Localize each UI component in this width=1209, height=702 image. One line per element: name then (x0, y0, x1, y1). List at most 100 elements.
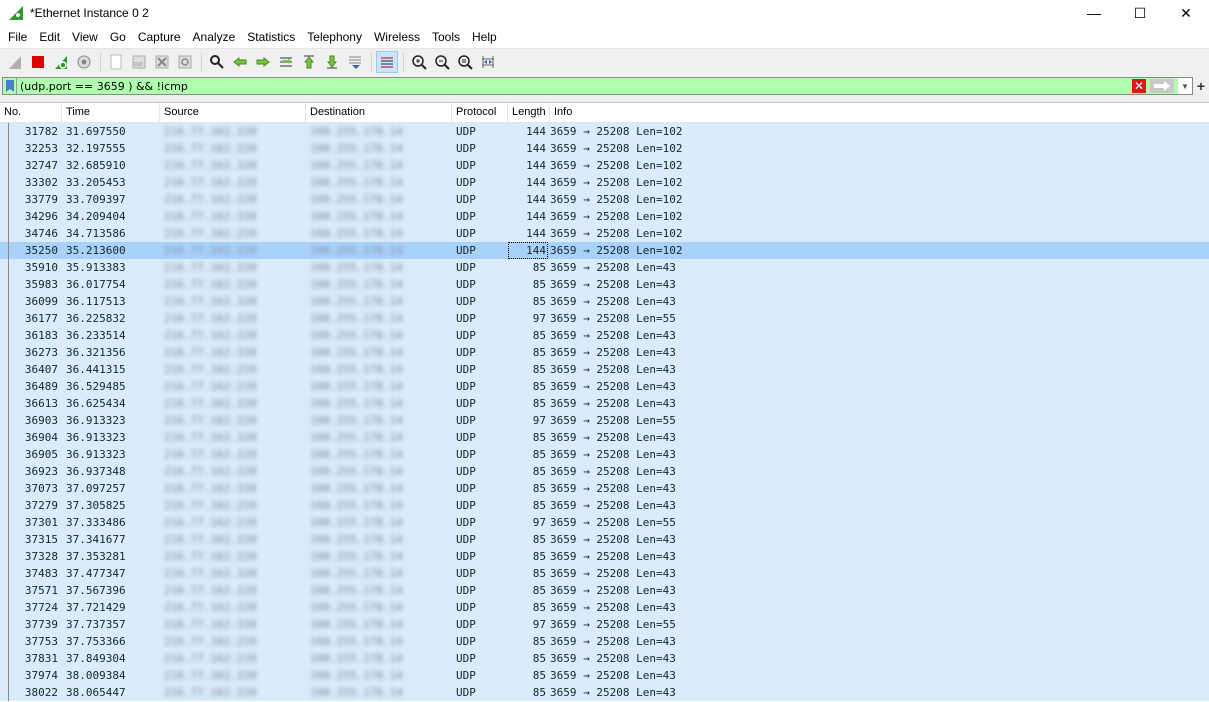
filter-history-dropdown[interactable]: ▼ (1178, 78, 1192, 94)
packet-list[interactable]: 31782 31.697550 216.77.162.220 100.255.178.… (0, 123, 1209, 701)
packet-row[interactable]: 38022 38.065447 216.77.162.220 100.255.178.… (0, 684, 1209, 701)
close-button[interactable]: ✕ (1163, 0, 1209, 26)
packet-row[interactable]: 37753 37.753366 216.77.162.220 100.255.178.… (0, 633, 1209, 650)
menu-view[interactable]: View (66, 30, 104, 44)
packet-row[interactable]: 37483 37.477347 216.77.162.220 100.255.178.… (0, 565, 1209, 582)
column-header-protocol[interactable]: Protocol (452, 103, 508, 122)
packet-row[interactable]: 37328 37.353281 216.77.162.220 100.255.178.… (0, 548, 1209, 565)
minimize-button[interactable]: — (1071, 0, 1117, 26)
packet-row[interactable]: 37724 37.721429 216.77.162.220 100.255.178.… (0, 599, 1209, 616)
packet-protocol: UDP (456, 159, 476, 172)
go-forward-button[interactable] (252, 51, 274, 73)
go-back-button[interactable] (229, 51, 251, 73)
zoom-in-button[interactable] (408, 51, 430, 73)
packet-length: 85 (532, 329, 546, 342)
go-last-button[interactable] (321, 51, 343, 73)
save-file-button[interactable]: 010 (128, 51, 150, 73)
display-filter-input[interactable] (20, 79, 1132, 93)
close-file-button[interactable] (151, 51, 173, 73)
packet-row[interactable]: 37315 37.341677 216.77.162.220 100.255.178.… (0, 531, 1209, 548)
packet-row[interactable]: 35910 35.913383 216.77.162.220 100.255.178.… (0, 259, 1209, 276)
packet-row[interactable]: 34746 34.713586 216.77.162.220 100.255.178.… (0, 225, 1209, 242)
packet-row[interactable]: 36183 36.233514 216.77.162.220 100.255.178.… (0, 327, 1209, 344)
zoom-normal-button[interactable] (454, 51, 476, 73)
display-filter-field[interactable]: ✕ ▼ (2, 77, 1193, 95)
packet-row[interactable]: 36904 36.913323 216.77.162.220 100.255.178.… (0, 429, 1209, 446)
menu-edit[interactable]: Edit (33, 30, 66, 44)
menu-file[interactable]: File (2, 30, 33, 44)
filter-bookmark-button[interactable] (3, 78, 17, 94)
apply-filter-button[interactable] (1150, 79, 1174, 93)
packet-number: 35983 (24, 278, 58, 291)
packet-time: 36.233514 (66, 329, 126, 342)
column-header-info[interactable]: Info (550, 103, 1209, 122)
packet-row[interactable]: 37279 37.305825 216.77.162.220 100.255.178.… (0, 497, 1209, 514)
packet-row[interactable]: 35250 35.213600 216.77.162.220 100.255.178.… (0, 242, 1209, 259)
packet-row[interactable]: 37831 37.849304 216.77.162.220 100.255.178.… (0, 650, 1209, 667)
column-header-destination[interactable]: Destination (306, 103, 452, 122)
open-file-button[interactable] (105, 51, 127, 73)
packet-row[interactable]: 37571 37.567396 216.77.162.220 100.255.178.… (0, 582, 1209, 599)
packet-length: 97 (532, 414, 546, 427)
column-header-no[interactable]: No. (0, 103, 62, 122)
menu-capture[interactable]: Capture (132, 30, 187, 44)
menu-statistics[interactable]: Statistics (241, 30, 301, 44)
packet-row[interactable]: 36273 36.321356 216.77.162.220 100.255.178.… (0, 344, 1209, 361)
packet-number: 36905 (24, 448, 58, 461)
packet-row[interactable]: 37739 37.737357 216.77.162.220 100.255.178.… (0, 616, 1209, 633)
autoscroll-button[interactable] (344, 51, 366, 73)
packet-row[interactable]: 32253 32.197555 216.77.162.220 100.255.178.… (0, 140, 1209, 157)
packet-time: 36.441315 (66, 363, 126, 376)
menu-tools[interactable]: Tools (426, 30, 466, 44)
colorize-button[interactable] (376, 50, 398, 73)
zoom-out-button[interactable] (431, 51, 453, 73)
packet-row[interactable]: 36407 36.441315 216.77.162.220 100.255.178.… (0, 361, 1209, 378)
clear-filter-button[interactable]: ✕ (1132, 79, 1146, 93)
menu-help[interactable]: Help (466, 30, 503, 44)
packet-time: 31.697550 (66, 125, 126, 138)
packet-row[interactable]: 33302 33.205453 216.77.162.220 100.255.178.… (0, 174, 1209, 191)
packet-row[interactable]: 36903 36.913323 216.77.162.220 100.255.178.… (0, 412, 1209, 429)
packet-destination: 100.255.178.14 (310, 414, 403, 427)
packet-row[interactable]: 37073 37.097257 216.77.162.220 100.255.178.… (0, 480, 1209, 497)
packet-row[interactable]: 34296 34.209404 216.77.162.220 100.255.178.… (0, 208, 1209, 225)
menu-analyze[interactable]: Analyze (187, 30, 242, 44)
packet-destination: 100.255.178.14 (310, 669, 403, 682)
maximize-button[interactable]: ☐ (1117, 0, 1163, 26)
find-packet-button[interactable] (206, 51, 228, 73)
restart-capture-button[interactable] (50, 51, 72, 73)
column-header-time[interactable]: Time (62, 103, 160, 122)
packet-destination: 100.255.178.14 (310, 618, 403, 631)
go-to-packet-button[interactable] (275, 51, 297, 73)
add-filter-button-plus-icon[interactable]: + (1193, 78, 1209, 94)
packet-row[interactable]: 32747 32.685910 216.77.162.220 100.255.178.… (0, 157, 1209, 174)
menu-wireless[interactable]: Wireless (368, 30, 426, 44)
stop-capture-button[interactable] (27, 51, 49, 73)
packet-row[interactable]: 36923 36.937348 216.77.162.220 100.255.178.… (0, 463, 1209, 480)
resize-columns-button[interactable] (477, 51, 499, 73)
packet-row[interactable]: 35983 36.017754 216.77.162.220 100.255.178.… (0, 276, 1209, 293)
column-header-length[interactable]: Length (508, 103, 550, 122)
reload-file-button[interactable] (174, 51, 196, 73)
menu-go[interactable]: Go (104, 30, 132, 44)
packet-number: 37753 (24, 635, 58, 648)
packet-protocol: UDP (456, 295, 476, 308)
packet-row[interactable]: 36613 36.625434 216.77.162.220 100.255.178.… (0, 395, 1209, 412)
packet-row[interactable]: 36177 36.225832 216.77.162.220 100.255.178.… (0, 310, 1209, 327)
packet-row[interactable]: 33779 33.709397 216.77.162.220 100.255.178.… (0, 191, 1209, 208)
go-first-button[interactable] (298, 51, 320, 73)
packet-destination: 100.255.178.14 (310, 363, 403, 376)
packet-row[interactable]: 37974 38.009384 216.77.162.220 100.255.178.… (0, 667, 1209, 684)
packet-row[interactable]: 36905 36.913323 216.77.162.220 100.255.178.… (0, 446, 1209, 463)
column-header-source[interactable]: Source (160, 103, 306, 122)
packet-row[interactable]: 36099 36.117513 216.77.162.220 100.255.178.… (0, 293, 1209, 310)
capture-options-button[interactable] (73, 51, 95, 73)
menu-telephony[interactable]: Telephony (301, 30, 368, 44)
packet-number: 32747 (24, 159, 58, 172)
start-capture-button[interactable] (4, 51, 26, 73)
packet-row[interactable]: 36489 36.529485 216.77.162.220 100.255.178.… (0, 378, 1209, 395)
packet-row[interactable]: 31782 31.697550 216.77.162.220 100.255.178.… (0, 123, 1209, 140)
packet-row[interactable]: 37301 37.333486 216.77.162.220 100.255.178.… (0, 514, 1209, 531)
conversation-tree-line (8, 123, 9, 701)
packet-source: 216.77.162.220 (164, 618, 257, 631)
